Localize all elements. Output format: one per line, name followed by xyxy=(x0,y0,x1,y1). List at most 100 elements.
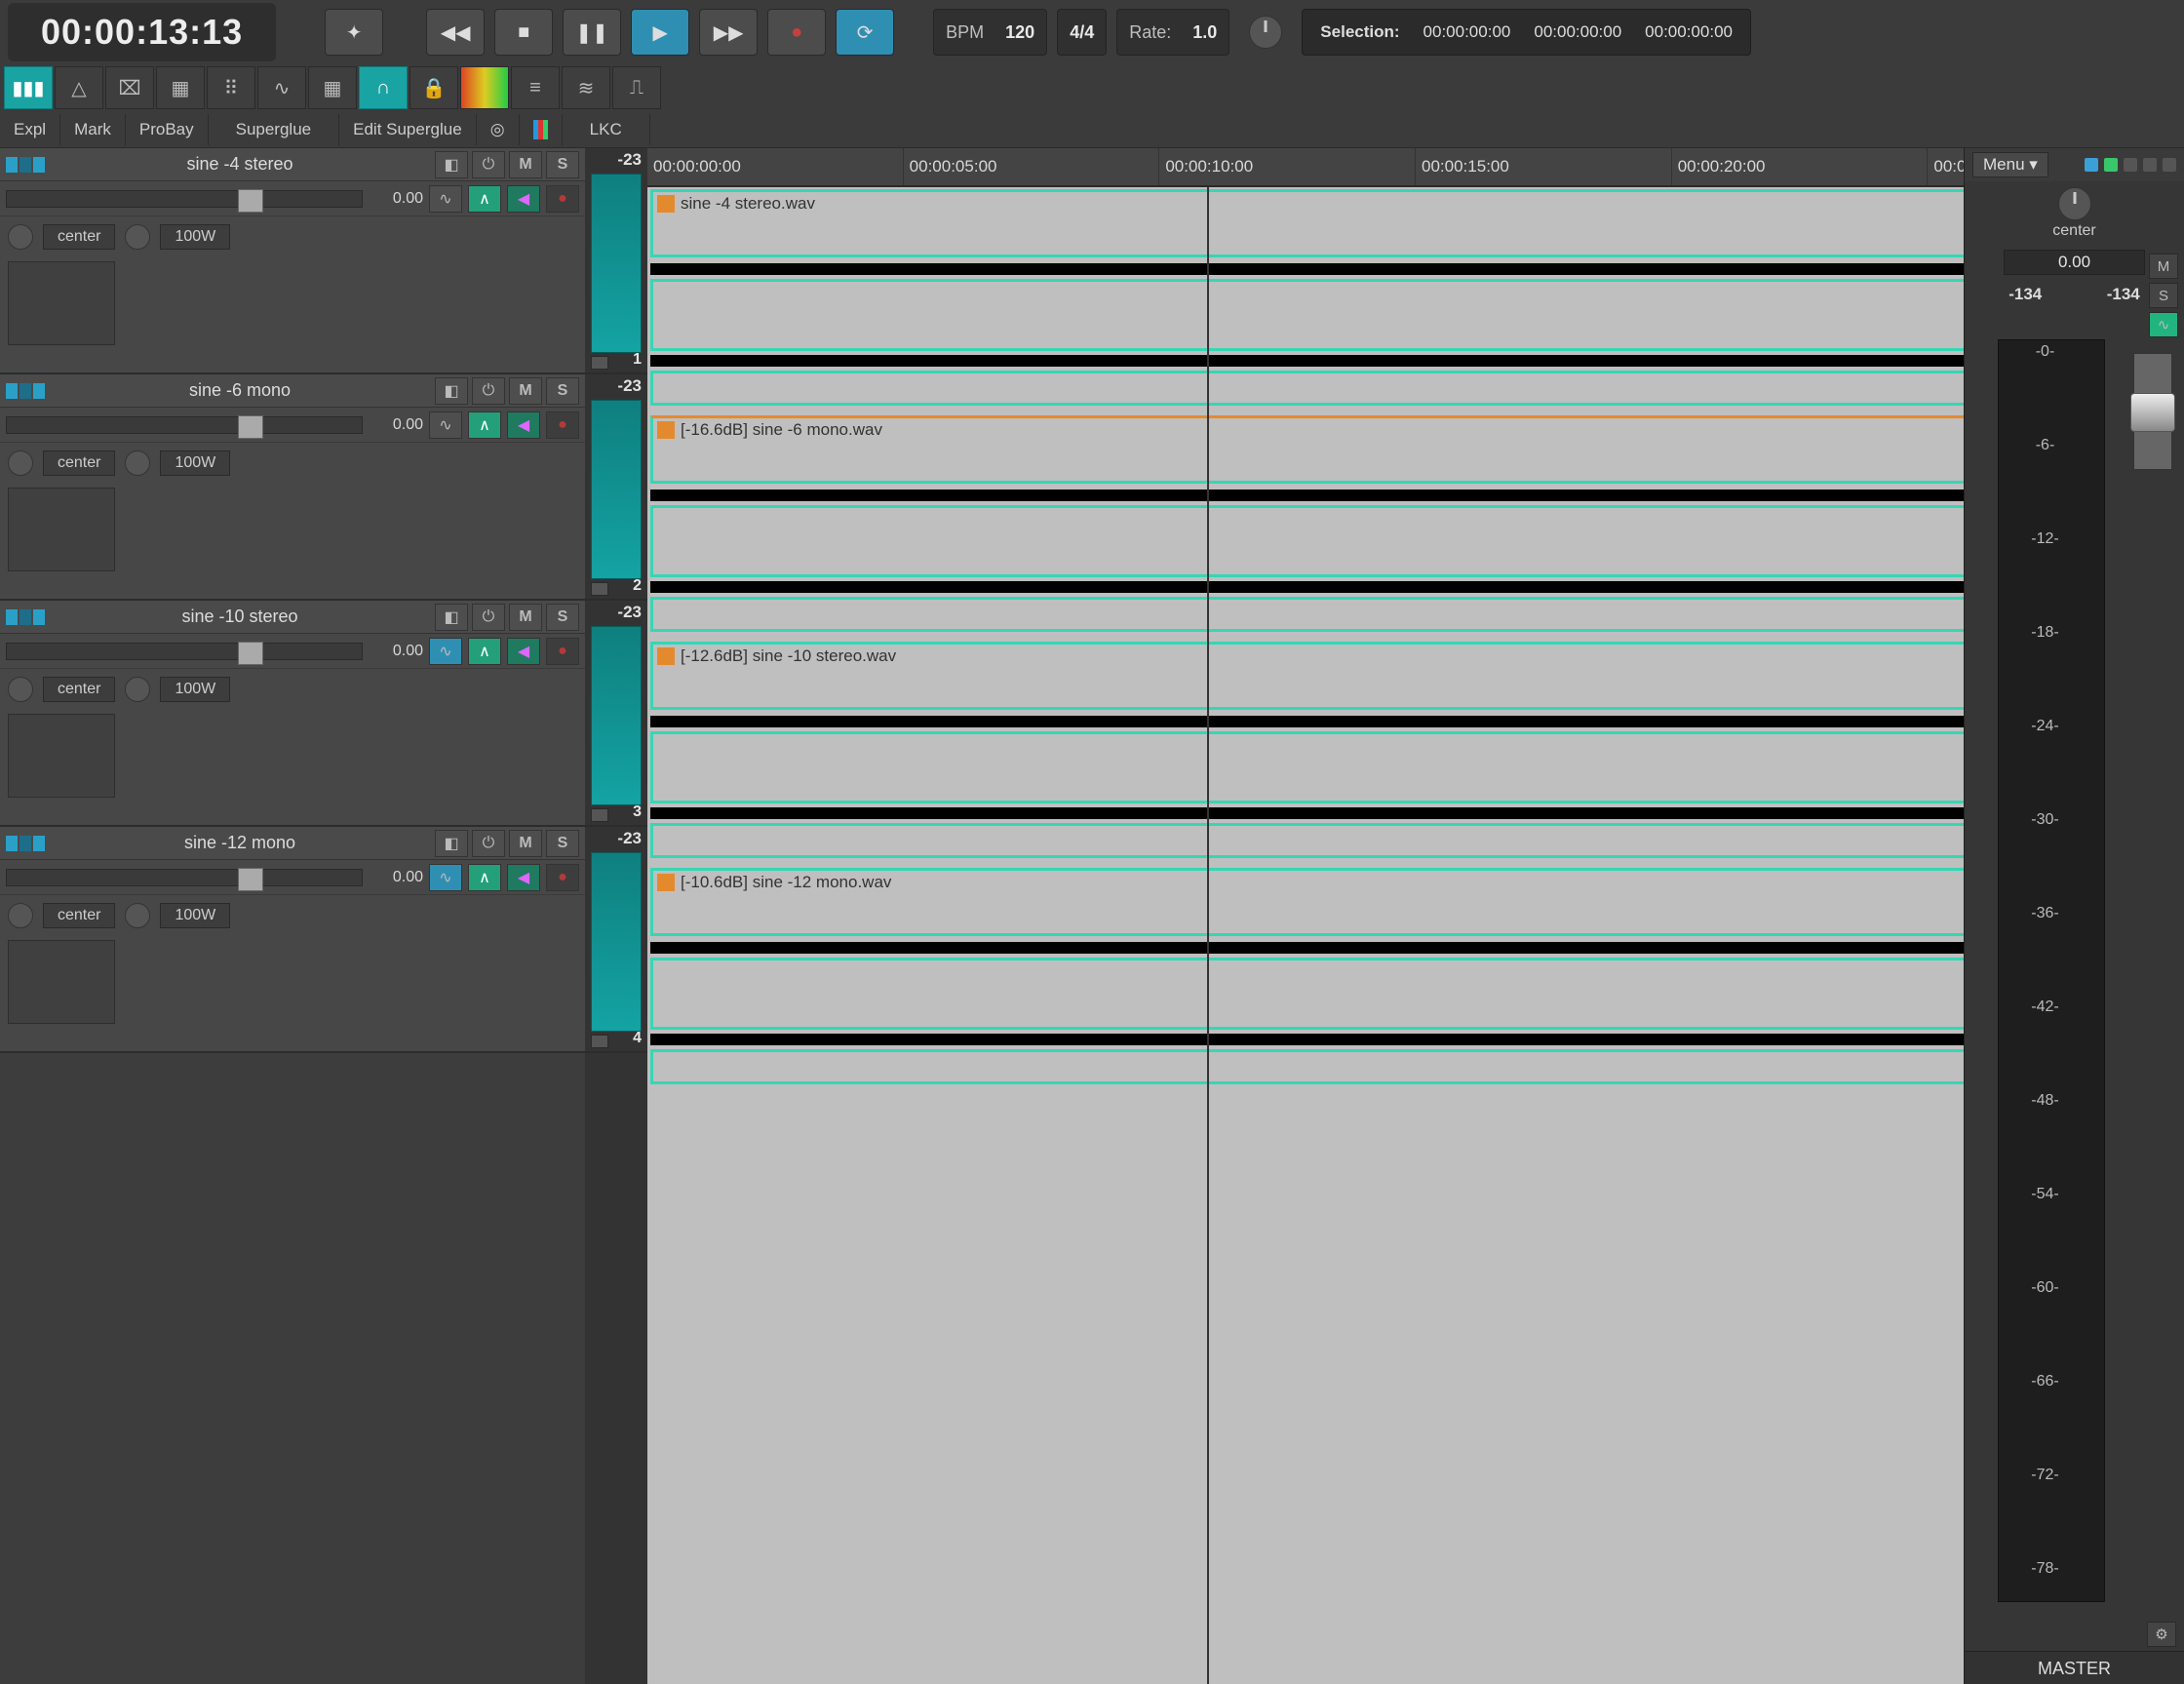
track-rec-button[interactable]: ● xyxy=(546,638,579,665)
tool-6[interactable]: ∿ xyxy=(257,66,306,109)
tool-1[interactable]: ▮▮▮ xyxy=(4,66,53,109)
tool-8[interactable]: ∩ xyxy=(359,66,408,109)
record-button[interactable]: ● xyxy=(767,9,826,56)
track-fader[interactable] xyxy=(6,190,363,208)
audio-clip[interactable]: [-16.6dB] sine -6 mono.wav xyxy=(650,415,2172,484)
track-view-button[interactable]: ◧ xyxy=(435,604,468,631)
track-fader[interactable] xyxy=(6,869,363,886)
track-mute-button[interactable]: M xyxy=(509,151,542,178)
audio-clip[interactable]: sine -4 stereo.wav xyxy=(650,189,2172,257)
track-auto-button[interactable]: ∧ xyxy=(468,185,501,213)
tool-4[interactable]: ▦ xyxy=(156,66,205,109)
tool-9[interactable]: 🔒 xyxy=(410,66,458,109)
track-header[interactable]: sine -12 mono ◧ ⏻ M S xyxy=(0,827,585,860)
track-input-button[interactable]: ◀ xyxy=(507,864,540,891)
track-pan-knob[interactable] xyxy=(8,450,33,476)
track-view-button[interactable]: ◧ xyxy=(435,830,468,857)
track-solo-button[interactable]: S xyxy=(546,830,579,857)
win-dot-1[interactable] xyxy=(2085,158,2098,172)
audio-clip-channel[interactable] xyxy=(650,823,2172,858)
track-width-knob[interactable] xyxy=(125,903,150,928)
metronome-button[interactable]: ✦ xyxy=(325,9,383,56)
loop-button[interactable]: ⟳ xyxy=(836,9,894,56)
tab-expl[interactable]: Expl xyxy=(0,114,60,145)
jog-dial[interactable] xyxy=(1249,16,1282,49)
rewind-button[interactable]: ◀◀ xyxy=(426,9,485,56)
audio-clip-channel[interactable] xyxy=(650,505,2172,577)
track-solo-button[interactable]: S xyxy=(546,377,579,405)
track-mute-button[interactable]: M xyxy=(509,830,542,857)
track-rec-button[interactable]: ● xyxy=(546,411,579,439)
track-header[interactable]: sine -4 stereo ◧ ⏻ M S xyxy=(0,148,585,181)
pause-button[interactable]: ❚❚ xyxy=(563,9,621,56)
tab-lkc[interactable]: LKC xyxy=(563,114,650,145)
clip-lanes[interactable]: sine -4 stereo.wav [-16.6dB] sine -6 mono… xyxy=(647,187,2184,1684)
bpm-box[interactable]: BPM 120 xyxy=(933,9,1047,56)
meter-expand-icon[interactable] xyxy=(591,356,608,370)
tab-edit-superglue[interactable]: Edit Superglue xyxy=(339,114,477,145)
tool-3[interactable]: ⌧ xyxy=(105,66,154,109)
master-settings-button[interactable]: ⚙ xyxy=(2147,1622,2176,1647)
tool-2[interactable]: △ xyxy=(55,66,103,109)
time-signature-box[interactable]: 4/4 xyxy=(1057,9,1107,56)
track-solo-button[interactable]: S xyxy=(546,604,579,631)
track-width-knob[interactable] xyxy=(125,224,150,250)
track-header[interactable]: sine -10 stereo ◧ ⏻ M S xyxy=(0,601,585,634)
audio-clip[interactable]: [-10.6dB] sine -12 mono.wav xyxy=(650,868,2172,936)
track-width-knob[interactable] xyxy=(125,677,150,702)
tool-13[interactable]: ⎍ xyxy=(612,66,661,109)
tool-5[interactable]: ⠿ xyxy=(207,66,255,109)
tab-probay[interactable]: ProBay xyxy=(126,114,209,145)
win-dot-3[interactable] xyxy=(2124,158,2137,172)
track-pan-knob[interactable] xyxy=(8,677,33,702)
audio-clip-channel[interactable] xyxy=(650,958,2172,1030)
track-color-chips[interactable] xyxy=(0,157,45,173)
track-rec-button[interactable]: ● xyxy=(546,185,579,213)
tool-10[interactable] xyxy=(460,66,509,109)
track-view-button[interactable]: ◧ xyxy=(435,151,468,178)
track-input-button[interactable]: ◀ xyxy=(507,638,540,665)
tab-drum-icon[interactable]: ◎ xyxy=(477,114,520,145)
track-power-button[interactable]: ⏻ xyxy=(472,830,505,857)
track-mute-button[interactable]: M xyxy=(509,377,542,405)
tool-12[interactable]: ≋ xyxy=(562,66,610,109)
meter-expand-icon[interactable] xyxy=(591,808,608,822)
tab-superglue[interactable]: Superglue xyxy=(209,114,340,145)
track-solo-button[interactable]: S xyxy=(546,151,579,178)
tool-11[interactable]: ≡ xyxy=(511,66,560,109)
track-rec-button[interactable]: ● xyxy=(546,864,579,891)
master-fader-track[interactable] xyxy=(2133,353,2172,470)
track-auto-button[interactable]: ∧ xyxy=(468,864,501,891)
rate-box[interactable]: Rate: 1.0 xyxy=(1116,9,1229,56)
win-dot-4[interactable] xyxy=(2143,158,2157,172)
track-mute-button[interactable]: M xyxy=(509,604,542,631)
empty-lane-area[interactable] xyxy=(647,1092,2184,1684)
win-dot-5[interactable] xyxy=(2163,158,2176,172)
track-pan-knob[interactable] xyxy=(8,224,33,250)
track-view-button[interactable]: ◧ xyxy=(435,377,468,405)
meter-expand-icon[interactable] xyxy=(591,1035,608,1048)
audio-clip-channel[interactable] xyxy=(650,1049,2172,1084)
stop-button[interactable]: ■ xyxy=(494,9,553,56)
track-fader[interactable] xyxy=(6,643,363,660)
forward-button[interactable]: ▶▶ xyxy=(699,9,758,56)
master-fader-thumb[interactable] xyxy=(2130,393,2175,432)
track-power-button[interactable]: ⏻ xyxy=(472,151,505,178)
track-wave-button[interactable]: ∿ xyxy=(429,864,462,891)
track-color-chips[interactable] xyxy=(0,609,45,625)
menu-button[interactable]: Menu ▾ xyxy=(1972,152,2048,177)
audio-clip-channel[interactable] xyxy=(650,371,2172,406)
audio-clip-channel[interactable] xyxy=(650,597,2172,632)
master-pan-dial[interactable] xyxy=(2058,187,2091,220)
playhead[interactable] xyxy=(1207,187,1209,1684)
audio-clip-channel[interactable] xyxy=(650,731,2172,803)
audio-clip[interactable]: [-12.6dB] sine -10 stereo.wav xyxy=(650,642,2172,710)
tool-7[interactable]: ▦ xyxy=(308,66,357,109)
track-wave-button[interactable]: ∿ xyxy=(429,411,462,439)
tab-mark[interactable]: Mark xyxy=(60,114,126,145)
track-auto-button[interactable]: ∧ xyxy=(468,411,501,439)
win-dot-2[interactable] xyxy=(2104,158,2118,172)
track-wave-button[interactable]: ∿ xyxy=(429,638,462,665)
track-wave-button[interactable]: ∿ xyxy=(429,185,462,213)
track-color-chips[interactable] xyxy=(0,836,45,851)
